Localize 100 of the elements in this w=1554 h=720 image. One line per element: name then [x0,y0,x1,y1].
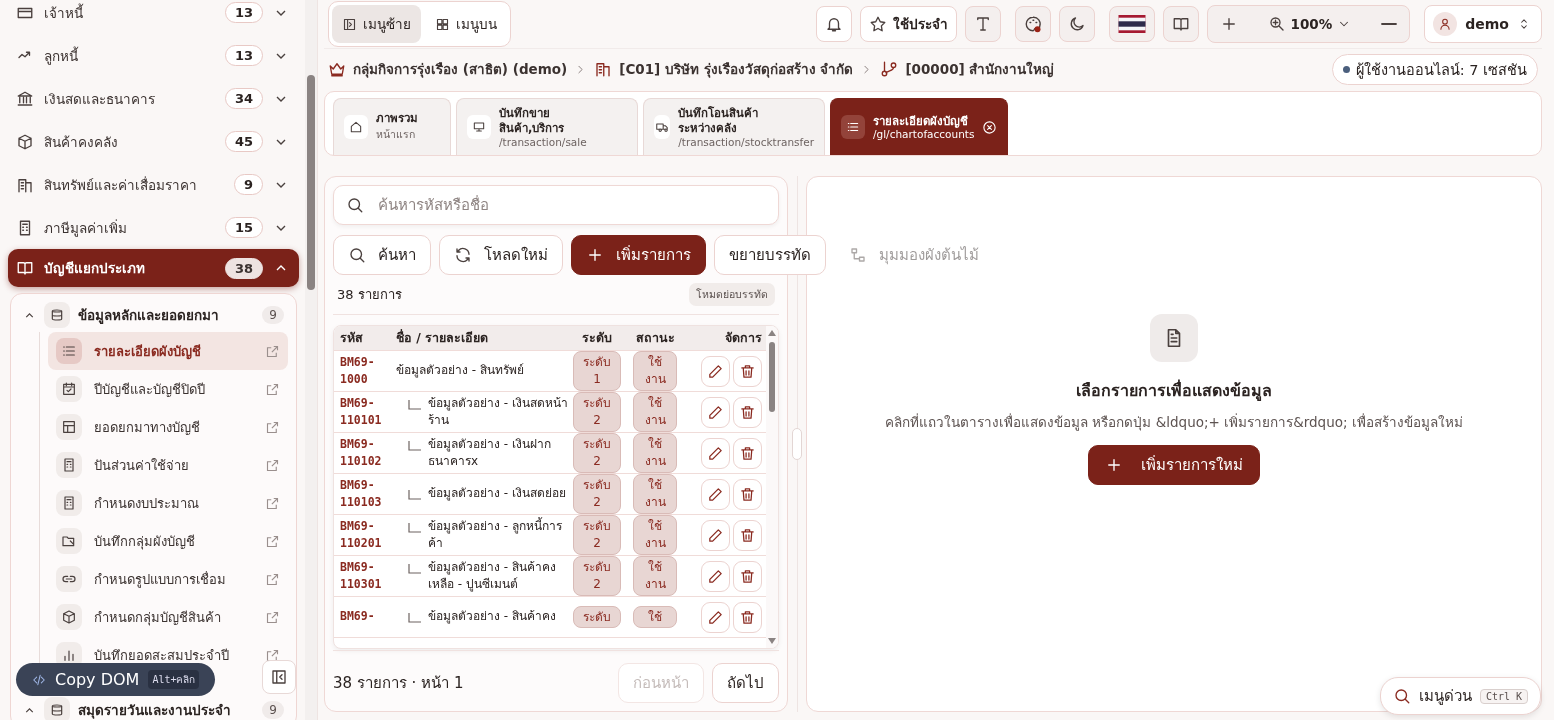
language-button[interactable] [1108,6,1155,42]
submenu-item[interactable]: ปีบัญชีและบัญชีปิดปี [48,370,288,408]
minus-icon [1381,23,1398,25]
edit-button[interactable] [701,396,730,428]
quick-menu-button[interactable]: เมนูด่วน Ctrl K [1379,677,1541,715]
level-badge: ระดับ 2 [573,556,621,596]
close-icon[interactable] [982,119,998,135]
pencil-icon [707,567,724,585]
edit-button[interactable] [701,437,730,469]
external-link-icon[interactable] [265,571,280,587]
edit-button[interactable] [701,478,730,510]
external-link-icon[interactable] [265,609,280,625]
edit-button[interactable] [701,560,730,592]
sidebar-item[interactable]: เจ้าหนี้ 13 [8,0,299,34]
layout-tab[interactable]: เมนูซ้าย [332,5,421,43]
delete-button[interactable] [733,519,762,551]
level-badge: ระดับ 1 [573,351,621,391]
delete-button[interactable] [733,396,762,428]
zoom-in-icon [1267,15,1286,33]
submenu-item[interactable]: ยอดยกมาทางบัญชี [48,408,288,446]
palette-button[interactable] [1014,6,1051,42]
database-icon [44,697,70,720]
sidebar-label: ภาษีมูลค่าเพิ่ม [44,218,128,239]
scrollbar[interactable] [305,0,317,720]
submenu-item[interactable]: กำหนดกลุ่มบัญชีสินค้า [48,598,288,636]
dark-mode-button[interactable] [1058,6,1095,42]
action-button[interactable]: โหลดใหม่ [439,235,563,275]
delete-button[interactable] [733,437,762,469]
user-menu[interactable]: demo [1424,5,1542,43]
account-code: BM69-110201 [339,517,383,552]
delete-button[interactable] [733,560,762,592]
menu-icon [56,566,82,592]
tab-icon [654,115,671,139]
submenu-item[interactable]: บันทึกกลุ่มผังบัญชี [48,522,288,560]
external-link-icon[interactable] [265,381,280,397]
search-input[interactable]: ค้นหารหัสหรือชื่อ [376,195,766,215]
external-link-icon[interactable] [265,647,280,663]
trash-icon [739,608,756,626]
trash-icon [739,485,756,503]
external-link-icon[interactable] [265,457,280,473]
delete-button[interactable] [733,601,762,633]
layout-tab[interactable]: เมนูบน [425,5,507,43]
submenu-label: รายละเอียดผังบัญชี [94,342,202,362]
account-name: ข้อมูลตัวอย่าง - เงินสดย่อย [428,485,566,503]
copy-dom-button[interactable]: Copy DOM Alt+คลิก [16,663,216,696]
action-button[interactable]: ค้นหา [333,235,431,275]
external-link-icon[interactable] [265,495,280,511]
collapse-sidebar-button[interactable] [262,660,296,694]
tab-title: บันทึกขาย สินค้า,บริการ [499,106,566,136]
page-tab[interactable]: บันทึกขาย สินค้า,บริการ /transaction/sale [456,98,638,155]
tree-branch-icon [408,490,422,501]
notification-button[interactable] [815,6,852,42]
pager-button[interactable]: ถัดไป [712,663,779,703]
sidebar-item[interactable]: เงินสดและธนาคาร 34 [8,77,299,120]
menu-icon [56,414,82,440]
font-button[interactable] [964,6,1001,42]
scrollbar[interactable] [766,326,778,648]
submenu-item[interactable]: รายละเอียดผังบัญชี [48,332,288,370]
tree-branch-icon [408,563,422,574]
submenu-label: ยอดยกมาทางบัญชี [94,418,201,437]
search-field[interactable]: ค้นหารหัสหรือชื่อ [333,185,779,225]
resize-handle[interactable] [792,428,802,460]
sidebar-item[interactable]: ภาษีมูลค่าเพิ่ม 15 [8,206,299,249]
submenu-label: กำหนดรูปแบบการเชื่อม [94,570,227,590]
breadcrumb-link[interactable]: กลุ่มกิจการรุ่งเรือง (สาธิต) (demo) [353,58,568,80]
external-link-icon[interactable] [265,533,280,549]
count-badge: 9 [262,306,284,324]
submenu-item[interactable]: กำหนดรูปแบบการเชื่อม [48,560,288,598]
breadcrumb-link[interactable]: [00000] สำนักงานใหญ่ [905,58,1055,80]
page-tab[interactable]: รายละเอียดผังบัญชี /gl/chartofaccounts [830,98,1009,155]
status-badge: ใช้ [633,605,677,629]
pencil-icon [707,608,724,626]
breadcrumb-link[interactable]: [C01] บริษัท รุ่งเรืองวัสดุก่อสร้าง จำกัด [619,58,854,80]
delete-button[interactable] [733,355,762,387]
external-link-icon[interactable] [265,419,280,435]
page-tab[interactable]: ภาพรวม หน้าแรก [333,98,451,155]
edit-button[interactable] [701,519,730,551]
page-tab[interactable]: บันทึกโอนสินค้า ระหว่างคลัง /transaction/stocktransfer [643,98,825,155]
column-header: ระดับ [581,329,613,347]
edit-button[interactable] [701,601,730,633]
external-link-icon[interactable] [265,343,280,359]
submenu-group[interactable]: สมุดรายวันและงานประจำ 9 [19,693,288,720]
count-badge: 13 [224,2,263,23]
action-button[interactable]: ขยายบรรทัด [714,235,826,275]
refresh-icon [454,246,472,264]
add-new-button[interactable]: เพิ่มรายการใหม่ [1088,444,1260,485]
mode-badge: โหมดย่อบรรทัด [689,283,775,306]
manual-button[interactable] [1162,6,1199,42]
submenu-item[interactable]: ปันส่วนค่าใช้จ่าย [48,446,288,484]
sidebar-item[interactable]: สินค้าคงคลัง 45 [8,120,299,163]
action-button[interactable]: เพิ่มรายการ [571,235,706,275]
sidebar-item[interactable]: สินทรัพย์และค่าเสื่อมราคา 9 [8,163,299,206]
delete-button[interactable] [733,478,762,510]
submenu-group[interactable]: ข้อมูลหลักและยอดยกมา 9 [19,298,288,332]
sidebar-item[interactable]: บัญชีแยกประเภท 38 [8,249,299,287]
zoom-level-dropdown[interactable]: 100% [1249,15,1370,33]
sidebar-item[interactable]: ลูกหนี้ 13 [8,34,299,77]
edit-button[interactable] [701,355,730,387]
favorites-button[interactable]: ใช้ประจำ [859,6,957,42]
submenu-item[interactable]: กำหนดงบประมาณ [48,484,288,522]
